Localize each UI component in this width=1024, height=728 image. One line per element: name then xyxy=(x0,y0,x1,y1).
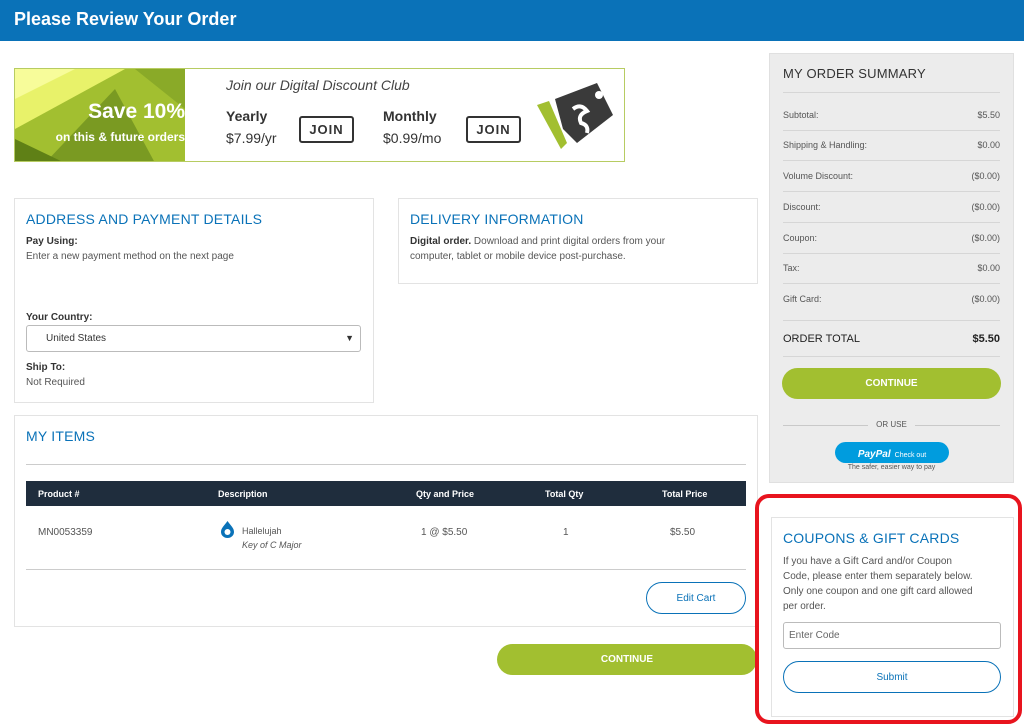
divider xyxy=(26,464,746,465)
product-number: MN0053359 xyxy=(38,527,93,538)
shipping-value: $0.00 xyxy=(977,140,1000,150)
yearly-price: $7.99/yr xyxy=(226,130,277,146)
delivery-info-panel: DELIVERY INFORMATION Digital order. Down… xyxy=(398,198,758,284)
items-table-header: Product # Description Qty and Price Tota… xyxy=(26,481,746,506)
divider xyxy=(783,92,1000,93)
page-header: Please Review Your Order xyxy=(0,0,1024,41)
page-title: Please Review Your Order xyxy=(14,9,237,29)
total-price: $5.50 xyxy=(670,527,696,538)
my-items-panel: MY ITEMS Product # Description Qty and P… xyxy=(14,415,758,627)
col-product: Product # xyxy=(38,489,80,499)
gift-card-value: ($0.00) xyxy=(971,294,1000,304)
delivery-line2: computer, tablet or mobile device post-p… xyxy=(410,251,626,262)
order-total-label: ORDER TOTAL xyxy=(783,333,861,345)
col-total-price: Total Price xyxy=(662,489,708,499)
monthly-label: Monthly xyxy=(383,108,437,124)
gift-card-label: Gift Card: xyxy=(783,294,822,304)
highlight-box xyxy=(755,494,1022,724)
qty-and-price: 1 @ $5.50 xyxy=(421,527,468,538)
edit-cart-button[interactable]: Edit Cart xyxy=(646,582,746,614)
chevron-down-icon: ▼ xyxy=(345,333,354,343)
volume-discount-label: Volume Discount: xyxy=(783,171,854,181)
order-total-value: $5.50 xyxy=(972,333,1000,345)
join-yearly-button[interactable]: JOIN xyxy=(299,116,354,143)
join-club-title: Join our Digital Discount Club xyxy=(226,77,410,93)
tax-value: $0.00 xyxy=(977,263,1000,273)
country-value: United States xyxy=(46,333,107,344)
coupon-value: ($0.00) xyxy=(971,233,1000,243)
monthly-price: $0.99/mo xyxy=(383,130,442,146)
divider xyxy=(783,253,1000,254)
divider xyxy=(783,356,1000,357)
paypal-logo-text: PayPal xyxy=(857,449,891,460)
order-summary-panel: MY ORDER SUMMARY Subtotal: $5.50 Shippin… xyxy=(769,53,1014,483)
divider xyxy=(783,222,1000,223)
items-panel-title: MY ITEMS xyxy=(26,428,96,444)
col-qty-price: Qty and Price xyxy=(416,489,475,499)
col-total-qty: Total Qty xyxy=(545,489,584,499)
paypal-checkout-text: Check out xyxy=(894,452,927,459)
address-panel-title: ADDRESS AND PAYMENT DETAILS xyxy=(26,211,263,227)
save-subtext: on this & future orders xyxy=(55,130,185,144)
discount-value: ($0.00) xyxy=(971,202,1000,212)
divider xyxy=(783,320,1000,321)
paypal-checkout-button[interactable]: PayPal Check out xyxy=(835,442,949,463)
volume-discount-value: ($0.00) xyxy=(971,171,1000,181)
coupon-label: Coupon: xyxy=(783,233,818,243)
discount-label: Discount: xyxy=(783,202,821,212)
item-key: Key of C Major xyxy=(242,540,302,550)
divider xyxy=(26,569,746,570)
ship-to-value: Not Required xyxy=(26,377,85,388)
digital-sheet-music-icon xyxy=(221,521,234,538)
continue-button-summary[interactable]: CONTINUE xyxy=(782,368,1001,399)
divider xyxy=(783,160,1000,161)
continue-button-bottom[interactable]: CONTINUE xyxy=(497,644,757,675)
shipping-label: Shipping & Handling: xyxy=(783,140,868,150)
item-name[interactable]: Hallelujah xyxy=(242,526,282,536)
summary-title: MY ORDER SUMMARY xyxy=(783,66,926,81)
subtotal-value: $5.50 xyxy=(977,110,1000,120)
delivery-text: Digital order. Download and print digita… xyxy=(410,234,750,264)
or-use-text: OR USE xyxy=(868,420,915,429)
address-payment-panel: ADDRESS AND PAYMENT DETAILS Pay Using: E… xyxy=(14,198,374,403)
total-qty: 1 xyxy=(563,527,569,538)
tax-label: Tax: xyxy=(783,263,800,273)
country-label: Your Country: xyxy=(26,312,93,323)
pay-using-text: Enter a new payment method on the next p… xyxy=(26,251,234,262)
delivery-panel-title: DELIVERY INFORMATION xyxy=(410,211,584,227)
divider xyxy=(783,283,1000,284)
divider xyxy=(783,191,1000,192)
save-percent: Save 10% xyxy=(88,100,185,123)
ship-to-label: Ship To: xyxy=(26,362,66,373)
discount-club-banner: Save 10% on this & future orders Join ou… xyxy=(14,68,625,162)
subtotal-label: Subtotal: xyxy=(783,110,819,120)
join-monthly-button[interactable]: JOIN xyxy=(466,116,521,143)
paypal-tagline: The safer, easier way to pay xyxy=(847,464,936,471)
divider xyxy=(783,130,1000,131)
or-use-divider: OR USE xyxy=(783,420,1000,429)
delivery-bold: Digital order. xyxy=(410,236,472,247)
price-tag-icon xyxy=(537,83,613,149)
pay-using-label: Pay Using: xyxy=(26,236,78,247)
country-select[interactable]: United States ▼ xyxy=(26,325,361,352)
delivery-line1: Download and print digital orders from y… xyxy=(473,236,666,247)
yearly-label: Yearly xyxy=(226,108,268,124)
col-description: Description xyxy=(218,489,268,499)
